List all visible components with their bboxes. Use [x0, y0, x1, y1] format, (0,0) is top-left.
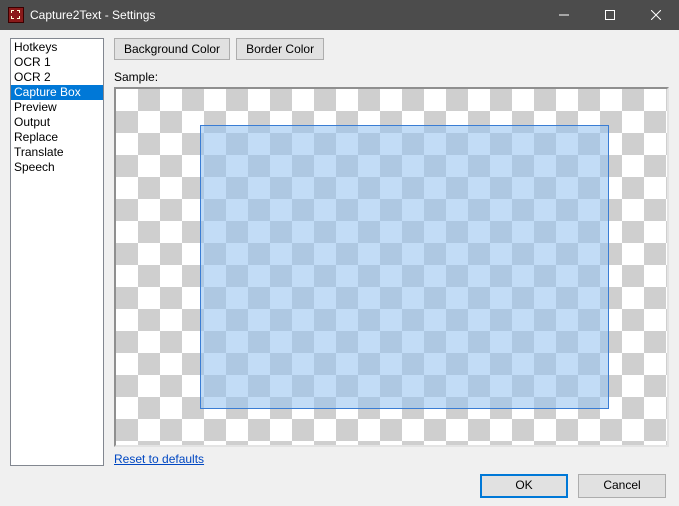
main-panel: Background Color Border Color Sample: Re…: [104, 38, 669, 466]
sidebar-item-label: OCR 2: [14, 70, 51, 84]
close-button[interactable]: [633, 0, 679, 30]
sidebar-item-ocr2[interactable]: OCR 2: [11, 70, 103, 85]
sidebar-item-replace[interactable]: Replace: [11, 130, 103, 145]
sample-checkerboard: [116, 89, 667, 445]
border-color-button[interactable]: Border Color: [236, 38, 324, 60]
reset-to-defaults-link[interactable]: Reset to defaults: [114, 452, 204, 466]
background-color-button[interactable]: Background Color: [114, 38, 230, 60]
settings-window: Capture2Text - Settings Hotkeys OCR 1 OC…: [0, 0, 679, 506]
sidebar-item-label: OCR 1: [14, 55, 51, 69]
sample-label: Sample:: [114, 70, 669, 84]
app-icon: [8, 7, 24, 23]
sidebar-item-ocr1[interactable]: OCR 1: [11, 55, 103, 70]
window-title: Capture2Text - Settings: [30, 8, 541, 22]
sidebar-item-preview[interactable]: Preview: [11, 100, 103, 115]
color-toolbar: Background Color Border Color: [114, 38, 669, 64]
ok-button[interactable]: OK: [480, 474, 568, 498]
sidebar-item-label: Preview: [14, 100, 57, 114]
sidebar-item-label: Speech: [14, 160, 55, 174]
cancel-button[interactable]: Cancel: [578, 474, 666, 498]
sample-frame: [114, 87, 669, 447]
minimize-button[interactable]: [541, 0, 587, 30]
client-area: Hotkeys OCR 1 OCR 2 Capture Box Preview …: [0, 30, 679, 506]
sidebar-item-capture-box[interactable]: Capture Box: [11, 85, 103, 100]
titlebar: Capture2Text - Settings: [0, 0, 679, 30]
sidebar-item-hotkeys[interactable]: Hotkeys: [11, 40, 103, 55]
sidebar-item-label: Replace: [14, 130, 58, 144]
sidebar-item-label: Hotkeys: [14, 40, 57, 54]
sidebar-item-translate[interactable]: Translate: [11, 145, 103, 160]
settings-categories-list[interactable]: Hotkeys OCR 1 OCR 2 Capture Box Preview …: [10, 38, 104, 466]
sidebar-item-label: Output: [14, 115, 50, 129]
sidebar-item-speech[interactable]: Speech: [11, 160, 103, 175]
capture-box-preview: [200, 125, 609, 409]
sidebar-item-output[interactable]: Output: [11, 115, 103, 130]
dialog-footer: OK Cancel: [0, 466, 679, 506]
body: Hotkeys OCR 1 OCR 2 Capture Box Preview …: [0, 30, 679, 466]
sidebar-item-label: Capture Box: [14, 85, 81, 99]
maximize-button[interactable]: [587, 0, 633, 30]
sidebar-item-label: Translate: [14, 145, 64, 159]
